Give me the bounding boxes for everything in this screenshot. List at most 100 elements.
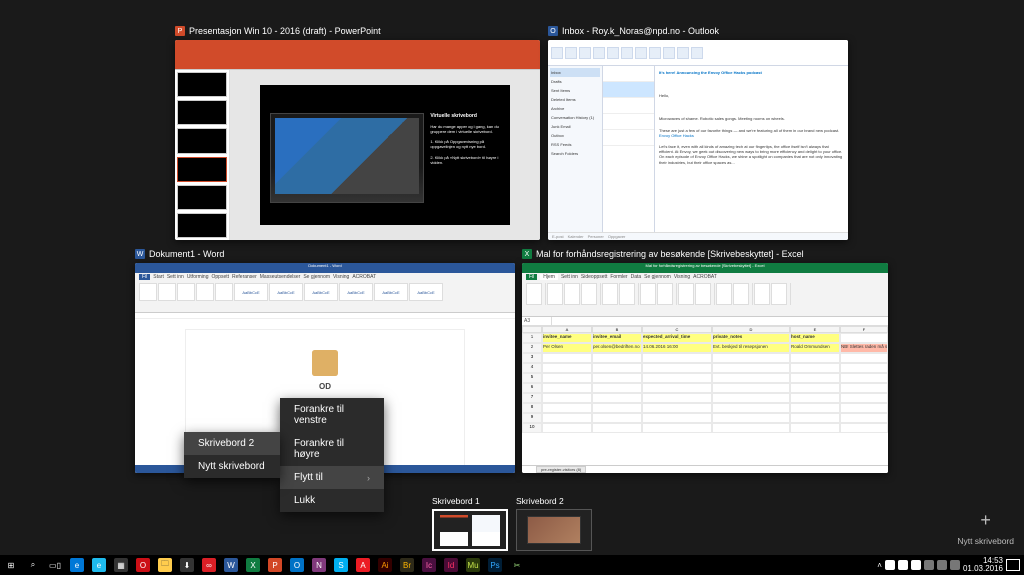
rowhead[interactable]: 5 — [522, 373, 542, 383]
powerpoint-window[interactable]: Virtuelle skrivebord Har du mange apper … — [175, 40, 540, 240]
xl-rb[interactable] — [564, 283, 580, 305]
font-button[interactable] — [177, 283, 195, 301]
taskbar-ie-button[interactable]: e — [88, 555, 110, 575]
tray-up-icon[interactable]: ˄ — [877, 561, 882, 570]
cell[interactable] — [840, 333, 888, 343]
ctx-snap-right[interactable]: Forankre til høyre — [280, 432, 384, 466]
taskbar-opera-button[interactable]: O — [132, 555, 154, 575]
taskbar-explorer-button[interactable]: 🗀 — [154, 555, 176, 575]
tray-icon[interactable] — [885, 560, 895, 570]
taskbar-incopy-button[interactable]: Ic — [418, 555, 440, 575]
tab-masse[interactable]: Masseutsendelser — [260, 274, 301, 280]
formula-bar[interactable] — [552, 317, 888, 325]
taskbar-store-button[interactable]: ⬇ — [176, 555, 198, 575]
taskbar-muse-button[interactable]: Mu — [462, 555, 484, 575]
xl-rb[interactable] — [526, 283, 542, 305]
desktop-1[interactable]: Skrivebord 1 — [432, 496, 508, 551]
desktop-2[interactable]: Skrivebord 2 — [516, 496, 592, 551]
xl-rb[interactable] — [602, 283, 618, 305]
rowhead[interactable]: 9 — [522, 413, 542, 423]
clock[interactable]: 14:53 01.03.2016 — [963, 557, 1003, 573]
excel-window[interactable]: Mal for forhåndsregistrering av besøkend… — [522, 263, 888, 473]
rowhead[interactable]: 4 — [522, 363, 542, 373]
xl-rb[interactable] — [733, 283, 749, 305]
style-button[interactable]: AaBbCcE — [374, 283, 408, 301]
nav-convhist[interactable]: Conversation History (1) — [550, 113, 600, 122]
cell[interactable]: per.olsen@bedriften.no — [592, 343, 642, 353]
rowhead[interactable]: 6 — [522, 383, 542, 393]
taskbar-photoshop-button[interactable]: Ps — [484, 555, 506, 575]
ctx-move-to[interactable]: Flytt til› — [280, 466, 384, 489]
ribbon-button[interactable] — [579, 47, 591, 59]
footer-mail[interactable]: E-post — [552, 234, 564, 239]
cell[interactable]: 14.06.2016 16:00 — [642, 343, 712, 353]
taskbar-powerpoint-button[interactable]: P — [264, 555, 286, 575]
colhead-e[interactable]: E — [790, 326, 840, 333]
tab-settinn[interactable]: Sett inn — [167, 274, 184, 280]
taskbar-task-view-button[interactable]: ▭▯ — [44, 555, 66, 575]
xl-tab-formler[interactable]: Formler — [610, 274, 627, 280]
font-button[interactable] — [158, 283, 176, 301]
cell[interactable]: Roald Ommundsen — [790, 343, 840, 353]
taskbar-outlook-button[interactable]: O — [286, 555, 308, 575]
ribbon-button[interactable] — [565, 47, 577, 59]
tab-visning[interactable]: Visning — [333, 274, 349, 280]
tray-icon[interactable] — [937, 560, 947, 570]
taskbar-bridge-button[interactable]: Br — [396, 555, 418, 575]
new-desktop-button[interactable]: + Nytt skrivebord — [957, 510, 1014, 549]
ribbon-button[interactable] — [635, 47, 647, 59]
outlook-window[interactable]: Inbox Drafts Sent Items Deleted Items Ar… — [548, 40, 848, 240]
rowhead[interactable]: 10 — [522, 423, 542, 433]
tab-acrobat[interactable]: ACROBAT — [352, 274, 376, 280]
taskbar-word-button[interactable]: W — [220, 555, 242, 575]
ribbon-button[interactable] — [663, 47, 675, 59]
xl-rb[interactable] — [547, 283, 563, 305]
tray-icon[interactable] — [950, 560, 960, 570]
xl-tab-fil[interactable]: Fil — [526, 274, 537, 280]
nav-rss[interactable]: RSS Feeds — [550, 140, 600, 149]
cell[interactable]: Evt. beskjed til resepsjonen — [712, 343, 790, 353]
xl-tab-hjem[interactable]: Hjem — [540, 274, 558, 280]
slide-thumb[interactable] — [177, 128, 227, 153]
slide-thumb[interactable] — [177, 157, 227, 182]
ctx-sub-new-desktop[interactable]: Nytt skrivebord — [184, 455, 280, 478]
ribbon-button[interactable] — [621, 47, 633, 59]
taskbar-start-button[interactable]: ⊞ — [0, 555, 22, 575]
xl-tab-acrobat[interactable]: ACROBAT — [693, 274, 717, 280]
style-button[interactable]: AaBbCcE — [339, 283, 373, 301]
nav-archive[interactable]: Archive — [550, 104, 600, 113]
xl-tab-data[interactable]: Data — [631, 274, 642, 280]
slide-thumb[interactable] — [177, 185, 227, 210]
taskbar-creative-cloud-button[interactable]: ∞ — [198, 555, 220, 575]
grid[interactable]: 1 invitee_name invitee_email expected_ar… — [522, 333, 888, 433]
colhead-f[interactable]: F — [840, 326, 888, 333]
style-button[interactable]: AaBbCcE — [409, 283, 443, 301]
tab-start[interactable]: Start — [153, 274, 164, 280]
para-button[interactable] — [215, 283, 233, 301]
xl-rb[interactable] — [581, 283, 597, 305]
xl-rb[interactable] — [640, 283, 656, 305]
cell-warning[interactable]: NB! Slettes raden må slettes — [840, 343, 888, 353]
slide-thumb[interactable] — [177, 72, 227, 97]
message-item[interactable] — [603, 98, 654, 114]
nav-sent[interactable]: Sent Items — [550, 86, 600, 95]
taskbar-acrobat-button[interactable]: A — [352, 555, 374, 575]
colhead-b[interactable]: B — [592, 326, 642, 333]
rowhead[interactable]: 8 — [522, 403, 542, 413]
xl-tab-side[interactable]: Sideoppsett — [581, 274, 607, 280]
cell[interactable]: host_name — [790, 333, 840, 343]
taskbar-edge-button[interactable]: e — [66, 555, 88, 575]
slide-thumb[interactable] — [177, 213, 227, 238]
taskbar-illustrator-button[interactable]: Ai — [374, 555, 396, 575]
tray-icon[interactable] — [924, 560, 934, 570]
tray-volume-icon[interactable] — [911, 560, 921, 570]
rowhead[interactable]: 1 — [522, 333, 542, 343]
taskbar-excel-button[interactable]: X — [242, 555, 264, 575]
taskbar-onenote-button[interactable]: N — [308, 555, 330, 575]
nav-drafts[interactable]: Drafts — [550, 77, 600, 86]
slide-thumb[interactable] — [177, 100, 227, 125]
paste-button[interactable] — [139, 283, 157, 301]
name-box[interactable]: A3 — [522, 317, 552, 325]
ribbon-button[interactable] — [649, 47, 661, 59]
xl-rb[interactable] — [754, 283, 770, 305]
